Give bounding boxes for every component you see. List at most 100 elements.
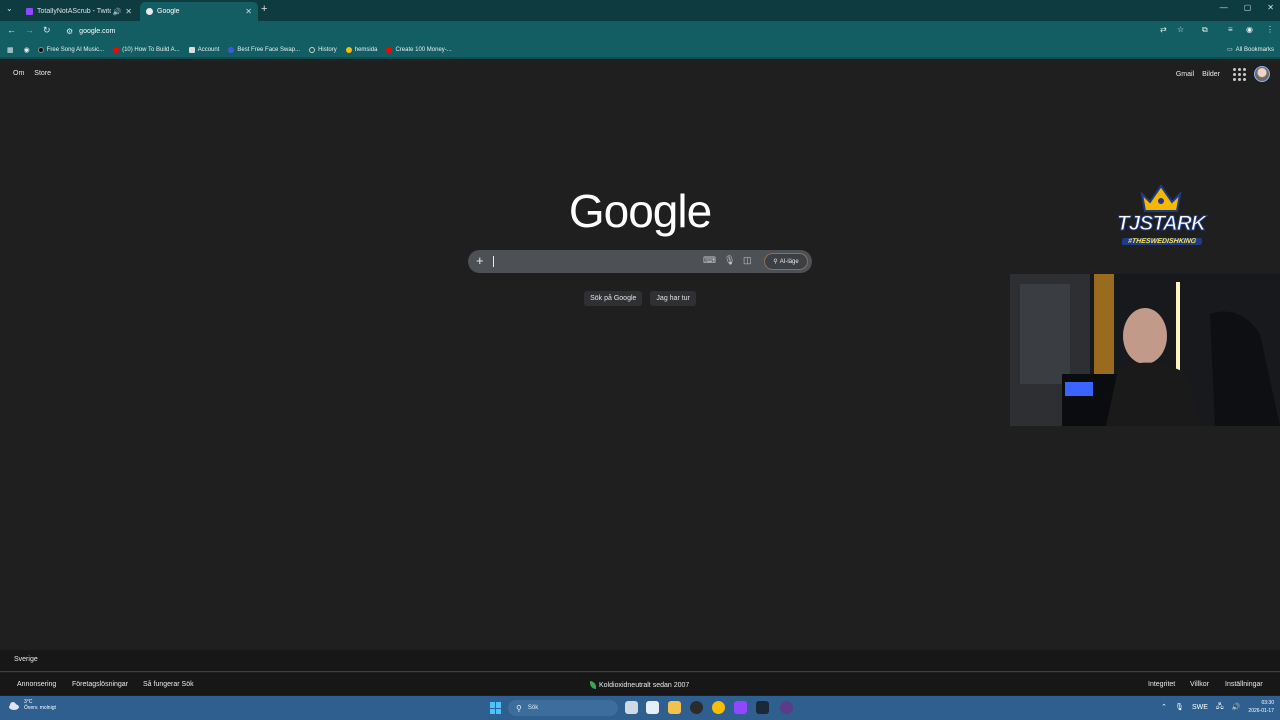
google-logo: Google: [568, 185, 712, 237]
volume-icon[interactable]: 🔊: [1232, 703, 1241, 711]
youtube-icon: [113, 46, 120, 53]
carbon-neutral-label: Koldioxidneutralt sedan 2007: [599, 681, 690, 689]
microphone-icon[interactable]: 🎙: [724, 255, 735, 266]
gmail-link[interactable]: Gmail: [1176, 71, 1194, 78]
store-link[interactable]: Store: [34, 70, 51, 77]
tab-search-icon[interactable]: ⌄: [6, 4, 13, 13]
extensions-icon[interactable]: ⧉: [1202, 25, 1208, 35]
ai-mode-button[interactable]: ⚲ AI-läge: [764, 253, 808, 270]
tab-twitch[interactable]: TotallyNotAScrub - Twitch 🔊 ✕: [20, 2, 138, 21]
about-link[interactable]: Om: [13, 70, 24, 77]
steam-icon[interactable]: [756, 701, 769, 714]
taskbar: 3°C Överv. molnigt ⚲ Sök ⌃ 🎙 SWE 🖧 🔊 03:…: [0, 696, 1280, 720]
url-text: google.com: [79, 28, 116, 35]
windows-start-icon[interactable]: [490, 702, 502, 714]
google-favicon-icon: [146, 8, 153, 15]
business-link[interactable]: Företagslösningar: [72, 681, 128, 688]
all-bookmarks-label: All Bookmarks: [1235, 46, 1274, 53]
bookmark-favicon-icon: [228, 46, 235, 53]
feeling-lucky-button[interactable]: Jag har tur: [650, 291, 696, 306]
site-info-icon[interactable]: ⚙: [66, 27, 73, 36]
carbon-neutral-link[interactable]: Koldioxidneutralt sedan 2007: [590, 681, 689, 689]
task-view-icon[interactable]: [625, 701, 638, 714]
streamer-logo: TJSTARK #THESWEDISHKING: [1112, 184, 1210, 274]
profile-icon[interactable]: ◉: [1246, 25, 1253, 34]
tab-title: Google: [157, 8, 180, 15]
bookmark-item[interactable]: Free Song AI Music...: [37, 46, 105, 53]
close-tab-icon[interactable]: ✕: [125, 7, 132, 16]
obs-icon[interactable]: [690, 701, 703, 714]
footer-links: Annonsering Företagslösningar Så fungera…: [0, 673, 1280, 695]
tray-chevron-icon[interactable]: ⌃: [1161, 703, 1167, 711]
bookmark-item[interactable]: hemsida: [345, 46, 377, 53]
new-tab-button[interactable]: +: [261, 3, 267, 15]
app-icon[interactable]: [780, 701, 793, 714]
weather-widget[interactable]: 3°C Överv. molnigt: [8, 699, 56, 711]
how-search-works-link[interactable]: Så fungerar Sök: [143, 681, 194, 688]
reload-icon[interactable]: ↻: [43, 25, 51, 36]
camera-lens-icon[interactable]: ◫: [743, 255, 752, 266]
bookmark-item[interactable]: (10) How To Build A...: [113, 46, 180, 53]
avatar[interactable]: [1254, 66, 1270, 82]
bookmark-favicon-icon: [37, 46, 44, 53]
apps-grid-icon[interactable]: ▦: [7, 46, 14, 54]
search-input[interactable]: [492, 254, 692, 269]
privacy-link[interactable]: Integritet: [1148, 681, 1175, 688]
minimize-icon[interactable]: —: [1220, 3, 1228, 12]
youtube-icon: [386, 46, 393, 53]
taskbar-search[interactable]: ⚲ Sök: [508, 700, 618, 716]
text-cursor: [493, 256, 494, 267]
search-box[interactable]: + ⌨ 🎙 ◫ ⚲ AI-läge: [468, 250, 812, 273]
google-top-right: Gmail Bilder: [1176, 66, 1270, 82]
ai-mode-label: AI-läge: [779, 258, 799, 265]
chrome-icon[interactable]: ◉: [24, 46, 30, 54]
bookmark-item[interactable]: Account: [188, 46, 220, 53]
language-indicator[interactable]: SWE: [1192, 704, 1208, 711]
close-window-icon[interactable]: ✕: [1267, 3, 1274, 12]
system-tray: ⌃ 🎙 SWE 🖧 🔊 03:30 2026-01-17: [1161, 699, 1274, 715]
advertising-link[interactable]: Annonsering: [17, 681, 56, 688]
settings-link[interactable]: Inställningar: [1225, 681, 1263, 688]
bookmark-item[interactable]: Best Free Face Swap...: [228, 46, 300, 53]
clock[interactable]: 03:30 2026-01-17: [1248, 699, 1274, 715]
twitch-app-icon[interactable]: [734, 701, 747, 714]
close-tab-icon[interactable]: ✕: [245, 7, 252, 16]
webcam-feed: [1010, 274, 1280, 426]
bookmark-label: Account: [197, 46, 220, 53]
images-link[interactable]: Bilder: [1202, 71, 1220, 78]
terms-link[interactable]: Villkor: [1190, 681, 1209, 688]
search-sparkle-icon: ⚲: [773, 259, 778, 265]
google-top-left-links: Om Store: [13, 70, 61, 77]
back-icon[interactable]: ←: [7, 25, 16, 35]
search-icon: ⚲: [516, 703, 522, 713]
calendar-app-icon[interactable]: [646, 701, 659, 714]
tab-google[interactable]: Google ✕: [140, 2, 258, 21]
all-bookmarks-button[interactable]: ▭ All Bookmarks: [1227, 46, 1274, 54]
address-bar[interactable]: ⚙ google.com: [60, 23, 1190, 40]
media-icon[interactable]: ≡: [1228, 25, 1233, 34]
keyboard-icon[interactable]: ⌨: [703, 255, 716, 266]
speaker-icon[interactable]: 🔊: [113, 8, 122, 16]
google-search-button[interactable]: Sök på Google: [584, 291, 643, 306]
bookmark-item[interactable]: History: [309, 46, 337, 53]
bookmark-star-icon[interactable]: ☆: [1177, 25, 1184, 34]
bookmark-item[interactable]: Create 100 Money-...: [386, 46, 452, 53]
cloud-icon: [9, 702, 19, 710]
menu-icon[interactable]: ⋮: [1266, 25, 1274, 34]
bookmark-label: Create 100 Money-...: [395, 46, 452, 53]
bookmark-favicon-icon: [188, 46, 195, 53]
add-icon[interactable]: +: [476, 253, 484, 268]
translate-icon[interactable]: ⇄: [1160, 25, 1167, 34]
window-controls: — ▢ ✕: [1220, 3, 1274, 12]
google-apps-icon[interactable]: [1232, 67, 1246, 81]
maximize-icon[interactable]: ▢: [1244, 3, 1252, 12]
forward-icon[interactable]: →: [25, 25, 34, 35]
mic-icon[interactable]: 🎙: [1175, 703, 1184, 711]
file-explorer-icon[interactable]: [668, 701, 681, 714]
bookmark-label: History: [318, 46, 337, 53]
bookmark-label: Free Song AI Music...: [46, 46, 105, 53]
tab-title: TotallyNotAScrub - Twitch: [37, 8, 111, 15]
network-icon[interactable]: 🖧: [1216, 702, 1224, 713]
chrome-taskbar-icon[interactable]: [712, 701, 725, 714]
chrome-icon: [345, 46, 352, 53]
